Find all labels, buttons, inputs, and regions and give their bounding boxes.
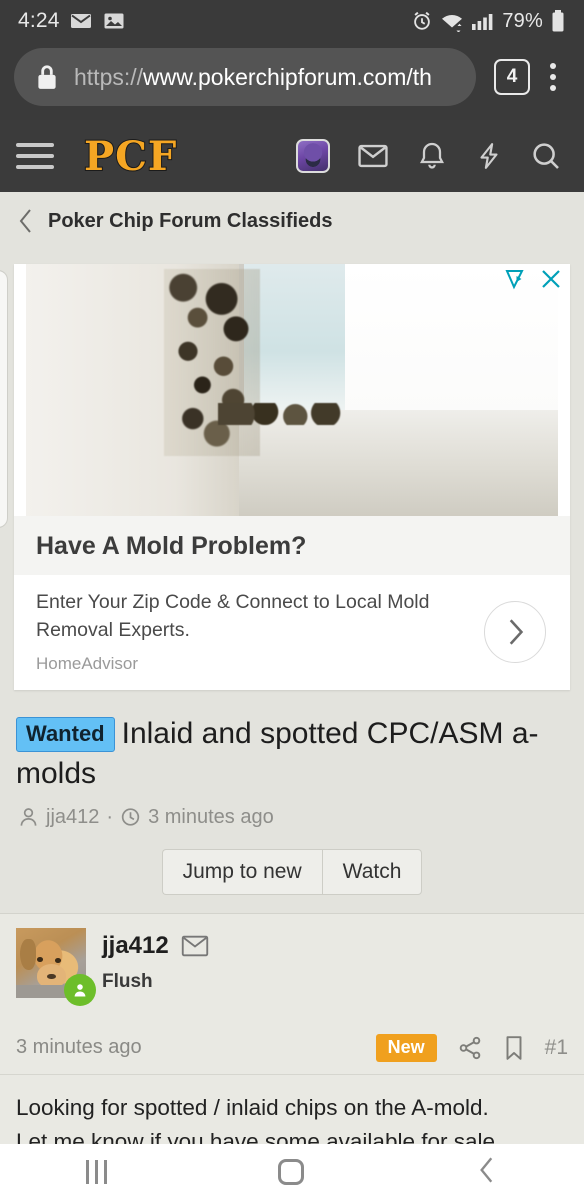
thread-button-group: Jump to new Watch	[161, 848, 423, 895]
alerts-bell-icon[interactable]	[416, 139, 448, 173]
browser-toolbar: https://www.pokerchipforum.com/th 4	[0, 42, 584, 120]
chevron-left-icon[interactable]	[18, 208, 34, 234]
post-caret	[46, 1013, 74, 1027]
post-author-name[interactable]: jja412	[102, 932, 169, 960]
thread-prefix-badge[interactable]: Wanted	[16, 717, 115, 753]
meta-separator: ·	[106, 805, 114, 828]
ad-advertiser: HomeAdvisor	[36, 654, 139, 674]
ad-headline: Have A Mold Problem?	[14, 516, 570, 575]
site-logo[interactable]: PCF	[83, 132, 177, 181]
hamburger-icon[interactable]	[16, 143, 54, 169]
android-status-bar: 4:24 79%	[0, 0, 584, 42]
ad-controls	[504, 268, 562, 290]
post-meta-right: New #1	[375, 1033, 568, 1062]
bookmark-icon[interactable]	[503, 1035, 525, 1061]
post-author-line: jja412	[102, 932, 209, 960]
recents-icon[interactable]	[85, 1160, 107, 1184]
post-meta-row: 3 minutes ago New #1	[0, 1020, 584, 1075]
share-icon[interactable]	[457, 1035, 483, 1061]
ad-card[interactable]: Have A Mold Problem? Enter Your Zip Code…	[14, 264, 570, 691]
photo-icon	[102, 9, 126, 33]
clock-icon	[120, 806, 141, 828]
whats-new-bolt-icon[interactable]	[474, 139, 504, 173]
post-article: jja412 Flush 3 minutes ago New #1 Lookin…	[0, 912, 584, 1144]
site-header: PCF	[0, 120, 584, 192]
phone-screen: 4:24 79% https://www.pokerchipforum.com/…	[0, 0, 584, 1200]
post-number[interactable]: #1	[545, 1036, 568, 1060]
post-author-info: jja412 Flush	[102, 928, 209, 998]
address-bar[interactable]: https://www.pokerchipforum.com/th	[14, 48, 476, 106]
post-date[interactable]: 3 minutes ago	[16, 1036, 142, 1059]
ad-body: Enter Your Zip Code & Connect to Local M…	[14, 575, 570, 691]
thread-button-row: Jump to new Watch	[16, 829, 568, 913]
status-bar-right: 79%	[411, 9, 566, 33]
status-clock: 4:24	[18, 9, 60, 32]
inbox-icon[interactable]	[356, 139, 390, 173]
close-icon[interactable]	[540, 268, 562, 290]
status-bar-left: 4:24	[18, 9, 126, 33]
online-status-badge	[64, 973, 96, 1006]
post-author-title: Flush	[102, 970, 153, 992]
thread-meta: jja412 · 3 minutes ago	[16, 794, 568, 829]
post-body-line-1: Looking for spotted / inlaid chips on th…	[16, 1094, 489, 1120]
search-icon[interactable]	[530, 139, 562, 173]
home-icon[interactable]	[278, 1159, 305, 1185]
signal-icon	[471, 11, 495, 31]
breadcrumb[interactable]: Poker Chip Forum Classifieds	[0, 192, 584, 248]
ad-carousel-previous-card[interactable]	[0, 270, 8, 528]
ad-description: Enter Your Zip Code & Connect to Local M…	[36, 591, 430, 641]
back-icon[interactable]	[476, 1155, 498, 1190]
page-content: Poker Chip Forum Classifieds Have A Mold…	[0, 192, 584, 1144]
advertisement: Have A Mold Problem? Enter Your Zip Code…	[0, 248, 584, 701]
alarm-icon	[411, 10, 433, 32]
envelope-icon	[69, 9, 93, 33]
avatar[interactable]	[16, 927, 96, 1006]
url-text: https://www.pokerchipforum.com/th	[74, 64, 432, 91]
thread-time: 3 minutes ago	[148, 805, 274, 828]
battery-percent-label: 79%	[502, 9, 543, 32]
kebab-menu-icon[interactable]	[536, 63, 570, 91]
wifi-icon	[440, 10, 464, 33]
android-navigation-bar	[0, 1144, 584, 1200]
post-author-block: jja412 Flush	[0, 914, 584, 1006]
user-icon	[18, 806, 39, 828]
adchoices-icon[interactable]	[504, 268, 530, 290]
breadcrumb-label: Poker Chip Forum Classifieds	[48, 209, 333, 232]
status-badge: New	[375, 1033, 437, 1062]
post-body: Looking for spotted / inlaid chips on th…	[0, 1075, 584, 1144]
watch-button[interactable]: Watch	[321, 848, 423, 895]
thread-header: Wanted Inlaid and spotted CPC/ASM a-molds…	[0, 700, 584, 912]
jump-to-new-button[interactable]: Jump to new	[161, 848, 322, 895]
lock-icon	[34, 63, 60, 91]
post-body-line-2: Let me know if you have some available f…	[16, 1128, 502, 1144]
ad-image	[26, 264, 558, 516]
url-host-path: www.pokerchipforum.com/th	[143, 63, 432, 90]
header-icon-group	[296, 139, 568, 173]
battery-icon	[550, 9, 566, 33]
thread-title-line: Wanted Inlaid and spotted CPC/ASM a-molds	[16, 714, 568, 793]
user-avatar[interactable]	[296, 139, 330, 173]
envelope-icon[interactable]	[181, 934, 209, 958]
url-scheme: https://	[74, 63, 144, 90]
chevron-right-icon	[502, 617, 528, 647]
thread-author[interactable]: jja412	[46, 806, 99, 829]
tab-count-button[interactable]: 4	[494, 59, 530, 95]
ad-cta-button[interactable]	[484, 600, 546, 663]
